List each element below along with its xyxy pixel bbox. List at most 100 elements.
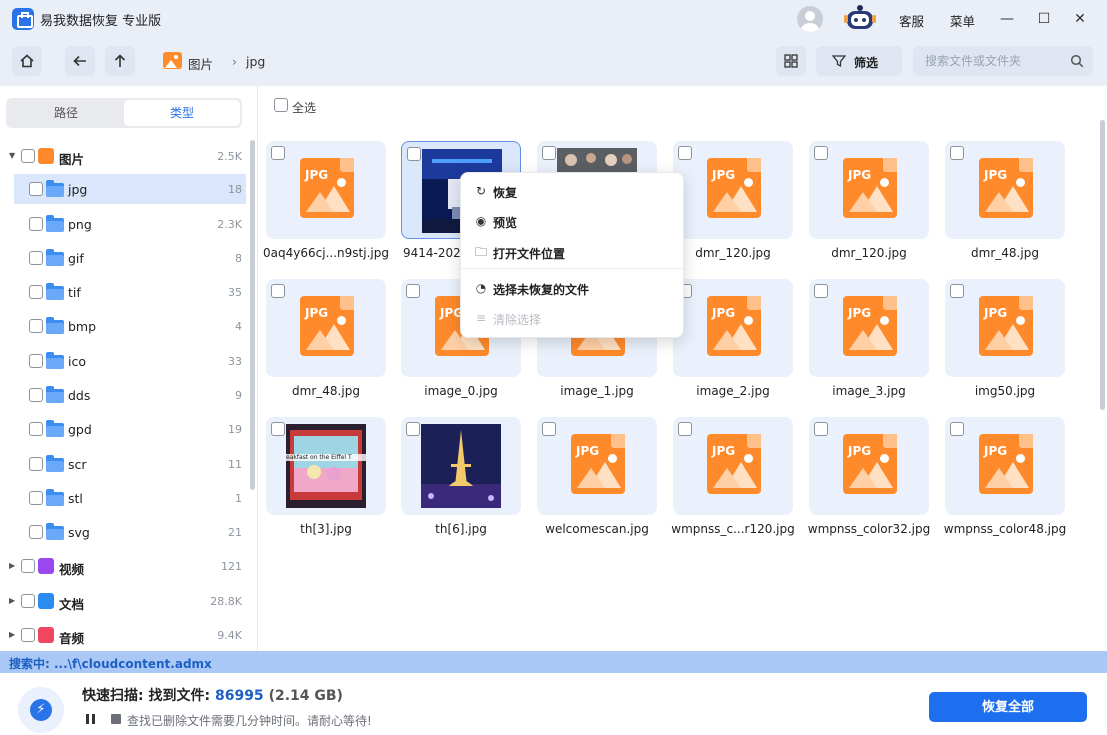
file-card[interactable]: eakfast on the Eiffel T — [266, 417, 386, 515]
user-avatar[interactable] — [797, 6, 823, 32]
file-card[interactable] — [401, 417, 521, 515]
checkbox[interactable] — [29, 491, 43, 505]
recover-all-button[interactable]: 恢复全部 — [929, 692, 1087, 722]
tree-item-ico[interactable]: ico 33 — [0, 346, 248, 376]
tree-item-png[interactable]: png 2.3K — [0, 209, 248, 239]
search-input[interactable] — [925, 52, 1065, 70]
view-toggle-button[interactable] — [776, 46, 806, 76]
file-card[interactable]: JPG — [537, 417, 657, 515]
menu-item-restore[interactable]: ↻ 恢复 — [461, 178, 685, 206]
file-card[interactable]: JPG — [945, 279, 1065, 377]
tree-item-gif[interactable]: gif 8 — [0, 243, 248, 273]
file-card[interactable]: JPG — [809, 417, 929, 515]
checkbox[interactable] — [950, 422, 964, 436]
tree-item-dds[interactable]: dds 9 — [0, 380, 248, 410]
checkbox[interactable] — [29, 217, 43, 231]
checkbox[interactable] — [950, 284, 964, 298]
checkbox[interactable] — [814, 284, 828, 298]
tree-item-bmp[interactable]: bmp 4 — [0, 311, 248, 341]
checkbox[interactable] — [271, 422, 285, 436]
maximize-icon[interactable]: ☐ — [1033, 8, 1055, 30]
file-card[interactable]: JPG — [266, 141, 386, 239]
tree-count: 8 — [235, 252, 242, 265]
checkbox[interactable] — [21, 594, 35, 608]
tab-path[interactable]: 路径 — [8, 100, 124, 126]
checkbox[interactable] — [950, 146, 964, 160]
checkbox[interactable] — [406, 422, 420, 436]
close-icon[interactable]: ✕ — [1069, 8, 1091, 30]
stop-icon[interactable] — [111, 714, 121, 724]
checkbox[interactable] — [29, 422, 43, 436]
file-card[interactable]: JPG — [673, 417, 793, 515]
folder-icon — [46, 523, 64, 540]
filter-button[interactable]: 筛选 — [816, 46, 902, 76]
grid-scrollbar[interactable] — [1100, 120, 1105, 410]
menu-item-label: 选择未恢复的文件 — [493, 283, 590, 297]
tree-item-stl[interactable]: stl 1 — [0, 483, 248, 513]
tree-category-audio[interactable]: ▶ 音频 9.4K — [0, 620, 248, 650]
tree-label: svg — [68, 525, 90, 540]
tree-item-svg[interactable]: svg 21 — [0, 517, 248, 547]
checkbox[interactable] — [542, 422, 556, 436]
customer-service-link[interactable]: 客服 — [899, 11, 924, 30]
checkbox[interactable] — [542, 146, 556, 160]
checkbox[interactable] — [29, 319, 43, 333]
breadcrumb-jpg[interactable]: jpg — [246, 54, 265, 69]
tree-item-jpg[interactable]: jpg 18 — [14, 174, 246, 204]
checkbox[interactable] — [29, 457, 43, 471]
caret-right-icon[interactable]: ▶ — [9, 630, 15, 639]
search-icon[interactable] — [1070, 54, 1084, 68]
breadcrumb-images[interactable]: 图片 — [188, 54, 213, 73]
checkbox[interactable] — [21, 149, 35, 163]
file-card[interactable]: JPG — [809, 141, 929, 239]
home-button[interactable] — [12, 46, 42, 76]
caret-right-icon[interactable]: ▶ — [9, 596, 15, 605]
menu-item-select-unrecovered[interactable]: ◔ 选择未恢复的文件 — [461, 275, 685, 303]
checkbox[interactable] — [814, 146, 828, 160]
menu-link[interactable]: 菜单 — [950, 11, 975, 30]
file-card[interactable]: JPG — [945, 417, 1065, 515]
menu-item-preview[interactable]: ◉ 预览 — [461, 208, 685, 236]
tree-category-images[interactable]: ▼ 图片 2.5K — [0, 141, 248, 171]
checkbox[interactable] — [271, 284, 285, 298]
tab-type[interactable]: 类型 — [124, 100, 240, 126]
checkbox[interactable] — [678, 146, 692, 160]
tree-item-gpd[interactable]: gpd 19 — [0, 414, 248, 444]
file-card[interactable]: JPG — [673, 141, 793, 239]
pause-icon[interactable] — [86, 714, 96, 724]
checkbox[interactable] — [407, 147, 421, 161]
checkbox[interactable] — [29, 388, 43, 402]
checkbox[interactable] — [21, 628, 35, 642]
checkbox[interactable] — [271, 146, 285, 160]
checkbox[interactable] — [29, 182, 43, 196]
checkbox[interactable] — [29, 354, 43, 368]
up-button[interactable] — [105, 46, 135, 76]
minimize-icon[interactable]: — — [996, 8, 1018, 30]
file-card[interactable]: JPG — [809, 279, 929, 377]
checkbox[interactable] — [406, 284, 420, 298]
checkbox[interactable] — [29, 251, 43, 265]
caret-right-icon[interactable]: ▶ — [9, 561, 15, 570]
tree-count: 1 — [235, 492, 242, 505]
file-card[interactable]: JPG — [266, 279, 386, 377]
sidebar-scrollbar[interactable] — [250, 140, 255, 490]
checkbox[interactable] — [29, 525, 43, 539]
select-all-checkbox[interactable] — [274, 98, 288, 112]
tree-item-scr[interactable]: scr 11 — [0, 449, 248, 479]
checkbox[interactable] — [29, 285, 43, 299]
app-logo-icon — [12, 8, 34, 30]
jpg-file-icon: JPG — [979, 296, 1033, 356]
folder-icon — [46, 420, 64, 437]
menu-item-open-location[interactable]: 🗀 打开文件位置 — [461, 239, 685, 267]
tree-category-video[interactable]: ▶ 视频 121 — [0, 551, 248, 581]
file-card[interactable]: JPG — [945, 141, 1065, 239]
checkbox[interactable] — [21, 559, 35, 573]
caret-down-icon[interactable]: ▼ — [9, 151, 15, 160]
tree-item-tif[interactable]: tif 35 — [0, 277, 248, 307]
robot-assistant-icon[interactable] — [843, 3, 877, 33]
tree-category-documents[interactable]: ▶ 文档 28.8K — [0, 586, 248, 616]
back-button[interactable] — [65, 46, 95, 76]
checkbox[interactable] — [678, 422, 692, 436]
checkbox[interactable] — [814, 422, 828, 436]
file-card[interactable]: JPG — [673, 279, 793, 377]
